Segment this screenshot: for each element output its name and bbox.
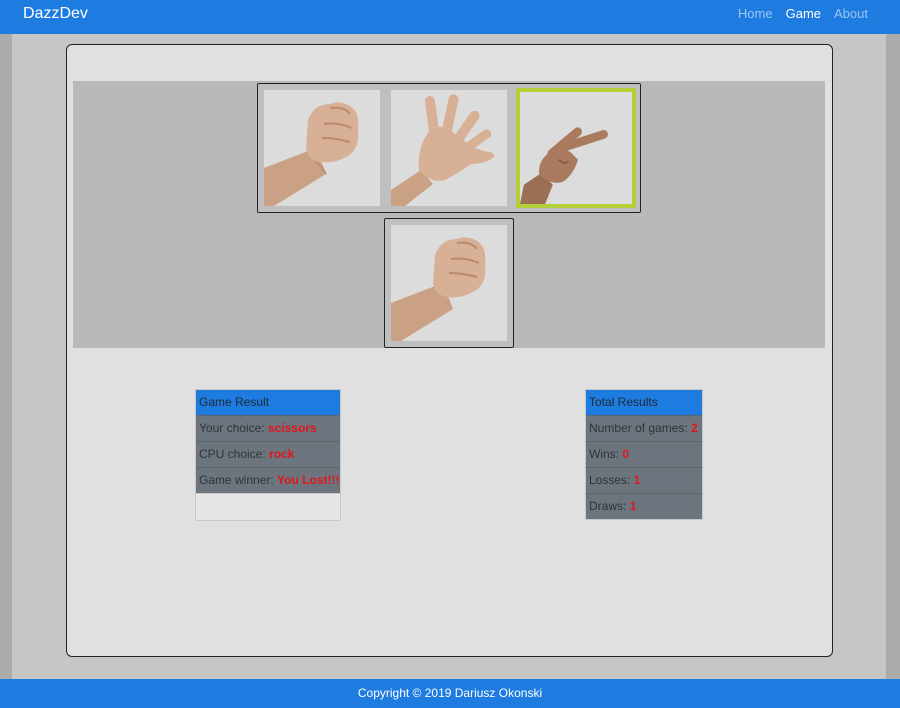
fist-hand-icon xyxy=(264,90,380,206)
paper-choice-button[interactable] xyxy=(391,90,507,206)
fist-hand-icon xyxy=(391,225,507,341)
scissors-choice-button[interactable] xyxy=(516,88,636,208)
losses-label: Losses: xyxy=(589,473,631,487)
navbar: DazzDev Home Game About xyxy=(0,0,900,34)
cpu-choice-row: CPU choice: rock xyxy=(196,441,340,467)
your-choice-value: scissors xyxy=(267,421,317,435)
cpu-choice-value: rock xyxy=(269,447,295,461)
wins-label: Wins: xyxy=(589,447,619,461)
wins-value: 0 xyxy=(622,447,630,461)
player-choices xyxy=(257,83,641,213)
nav-link-home[interactable]: Home xyxy=(738,6,773,21)
victory-hand-icon xyxy=(520,92,632,204)
games-count-row: Number of games: 2 xyxy=(586,415,702,441)
your-choice-label: Your choice: xyxy=(199,421,265,435)
draws-label: Draws: xyxy=(589,499,627,513)
your-choice-row: Your choice: scissors xyxy=(196,415,340,441)
total-results-title: Total Results xyxy=(586,390,702,415)
nav-link-game[interactable]: Game xyxy=(786,6,821,21)
open-hand-icon xyxy=(391,90,507,206)
game-winner-row: Game winner: You Lost!!! xyxy=(196,467,340,493)
games-count-label: Number of games: xyxy=(589,421,688,435)
cpu-choice-display xyxy=(391,225,507,341)
cpu-choice xyxy=(384,218,514,348)
game-winner-value: You Lost!!! xyxy=(277,473,340,487)
nav-links: Home Game About xyxy=(738,6,868,21)
total-results-panel: Total Results Number of games: 2 Wins: 0… xyxy=(585,389,703,520)
game-winner-label: Game winner: xyxy=(199,473,274,487)
brand-logo[interactable]: DazzDev xyxy=(23,5,88,23)
game-result-panel: Game Result Your choice: scissors CPU ch… xyxy=(195,389,341,521)
copyright-text: Copyright © 2019 Dariusz Okonski xyxy=(357,686,543,700)
draws-value: 1 xyxy=(629,499,637,513)
rock-choice-button[interactable] xyxy=(264,90,380,206)
game-result-title: Game Result xyxy=(196,390,340,415)
losses-value: 1 xyxy=(633,473,641,487)
draws-row: Draws: 1 xyxy=(586,493,702,519)
losses-row: Losses: 1 xyxy=(586,467,702,493)
footer: Copyright © 2019 Dariusz Okonski xyxy=(0,679,900,708)
cpu-choice-label: CPU choice: xyxy=(199,447,266,461)
empty-row xyxy=(196,493,340,520)
nav-link-about[interactable]: About xyxy=(834,6,868,21)
games-count-value: 2 xyxy=(691,421,698,435)
wins-row: Wins: 0 xyxy=(586,441,702,467)
